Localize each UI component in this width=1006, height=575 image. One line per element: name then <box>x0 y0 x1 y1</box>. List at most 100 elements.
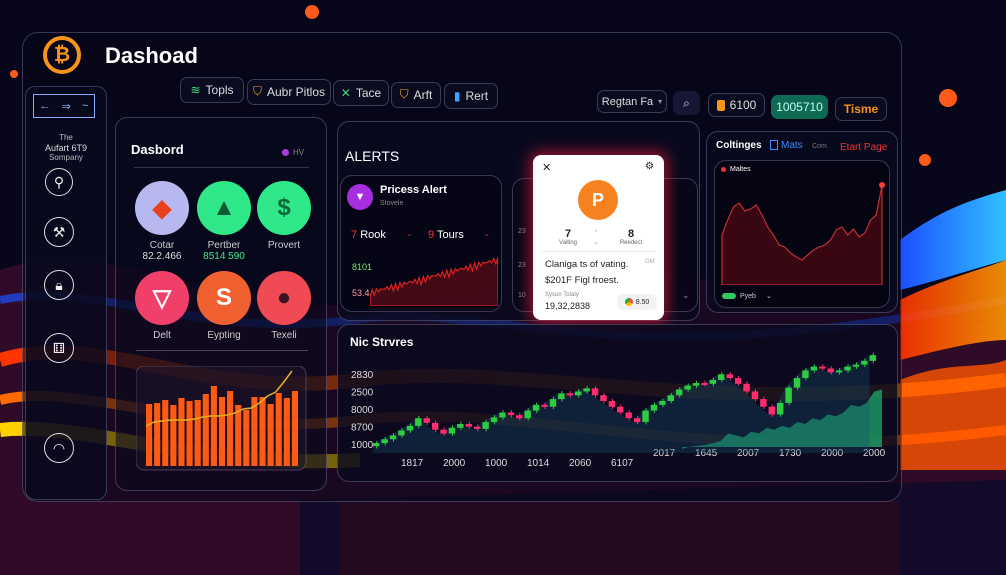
settings-icon[interactable]: ⚙ <box>645 161 654 172</box>
candle <box>768 406 775 415</box>
y-tick: 8000 <box>351 405 374 416</box>
tab-aubr-pitlos[interactable]: ⛉ Aubr Pitlos <box>247 78 331 105</box>
candle <box>625 412 632 419</box>
tab-settings[interactable]: Coltinges <box>716 140 762 151</box>
tile-eypting[interactable]: S <box>197 271 251 325</box>
dot-icon <box>721 167 726 172</box>
tab-topls[interactable]: ≋ Topls <box>180 77 244 103</box>
search-input[interactable]: Regtan Fa ▾ <box>597 90 667 113</box>
tile-value: 8514 590 <box>203 251 245 262</box>
bar <box>218 397 226 466</box>
tab-label: Tace <box>355 86 382 100</box>
candle <box>457 423 464 428</box>
select-label: Tours <box>436 229 464 241</box>
search-icon: ⌕ <box>683 95 690 110</box>
company-line: Sompany <box>49 153 83 162</box>
axis-tick: 23 <box>518 262 526 269</box>
tile-label: Texeli <box>271 330 297 341</box>
stat-number: 8 <box>627 228 635 240</box>
candle <box>709 379 717 384</box>
key-icon[interactable]: ⚲ <box>45 168 73 196</box>
tile-provert[interactable]: $ <box>257 181 311 235</box>
chevron-down-icon[interactable]: ⌄ <box>593 238 599 247</box>
tab-rert[interactable]: ▮ Rert <box>444 83 498 109</box>
company-line: The <box>59 133 73 142</box>
select-num: 7 <box>351 229 358 241</box>
tile-pertber[interactable]: ▲ <box>197 181 251 235</box>
alert-icon: ▼ <box>347 184 373 210</box>
stat-left: 7 Vaiting <box>553 228 583 246</box>
logo: ₿ <box>43 36 81 74</box>
tools-icon[interactable]: ⚒ <box>44 217 74 247</box>
select-rook[interactable]: 7 Rook ⌄ <box>351 229 413 241</box>
balance-badge[interactable]: 6100 <box>708 93 765 117</box>
candle <box>642 410 649 423</box>
tab-label: Aubr Pitlos <box>266 84 326 99</box>
search-value: Regtan Fa <box>601 95 654 108</box>
shield-icon: ⛉ <box>399 87 409 101</box>
tile-label: Provert <box>267 240 301 251</box>
wave-icon[interactable]: ~ <box>82 100 88 112</box>
tab-tace[interactable]: ✕ Tace <box>333 80 389 106</box>
bitcoin-icon: ₿ <box>53 43 71 66</box>
bar <box>210 386 217 466</box>
candle <box>591 388 599 396</box>
y-tick: 1000 <box>351 440 374 451</box>
back-icon[interactable]: ← <box>40 100 51 112</box>
x-tick: 2060 <box>569 458 592 469</box>
candle <box>532 404 540 411</box>
value-badge[interactable]: 1005710 <box>771 95 828 119</box>
candle <box>600 395 607 402</box>
badge-text: HV <box>293 148 305 157</box>
balance-value: 6100 <box>729 98 757 112</box>
forward-icon[interactable]: ⇒ <box>62 100 71 113</box>
candle <box>844 366 851 371</box>
candle <box>490 417 498 423</box>
stat-right: 8 Reedect <box>616 228 646 246</box>
gauge-icon[interactable]: ◠ <box>44 433 74 463</box>
tab-mats[interactable]: Mats <box>770 140 803 151</box>
dice-icon[interactable]: ⚅ <box>44 333 74 363</box>
tab-arft[interactable]: ⛉ Arft <box>391 81 441 108</box>
user-icon: ● <box>276 284 292 311</box>
tab-start-page[interactable]: Etart Page <box>840 142 887 153</box>
bar <box>283 398 290 466</box>
close-icon[interactable]: ✕ <box>542 161 551 174</box>
wifi-icon: ≋ <box>190 83 201 97</box>
playstation-icon: P <box>578 180 618 220</box>
tab-com[interactable]: Com <box>812 143 827 150</box>
candle <box>482 422 489 429</box>
bar <box>146 404 153 466</box>
candle <box>785 387 792 403</box>
chevron-up-icon[interactable]: ⌃ <box>593 229 599 238</box>
candle <box>793 378 801 388</box>
square-icon <box>770 140 778 150</box>
candle <box>558 393 565 400</box>
coin-icon: S <box>215 284 232 311</box>
tile-texeli[interactable]: ● <box>257 271 311 325</box>
green-value: 1005710 <box>776 100 823 114</box>
company-info: The Aufart 6T9 Sompany <box>28 133 104 163</box>
tile-delt[interactable]: ▽ <box>135 271 189 325</box>
dashboard-title: Dasbord <box>131 142 184 157</box>
tile-cotar[interactable]: ◆ <box>135 181 189 235</box>
coin-icon <box>716 99 725 111</box>
theme-button[interactable]: Tisme <box>835 97 887 121</box>
stepper[interactable]: ⌃ ⌄ <box>593 229 599 247</box>
chevron-down-icon: ▾ <box>658 97 663 106</box>
candle <box>608 401 616 407</box>
bar <box>162 400 169 466</box>
select-label: Rook <box>360 229 386 241</box>
bar <box>259 397 266 466</box>
tab-label: Topls <box>205 83 234 97</box>
lock-icon[interactable]: 🔒︎ <box>44 270 74 300</box>
tab-label: Rert <box>465 89 489 103</box>
candle <box>810 366 818 371</box>
candle <box>734 378 742 384</box>
chevron-down-icon: ⌄ <box>406 229 413 238</box>
bar <box>170 405 177 466</box>
search-button[interactable]: ⌕ <box>673 91 700 115</box>
select-tours[interactable]: 9 Tours ⌄ <box>428 229 490 241</box>
candle <box>718 374 725 380</box>
nav-controls[interactable]: ← ⇒ ~ <box>33 94 95 118</box>
